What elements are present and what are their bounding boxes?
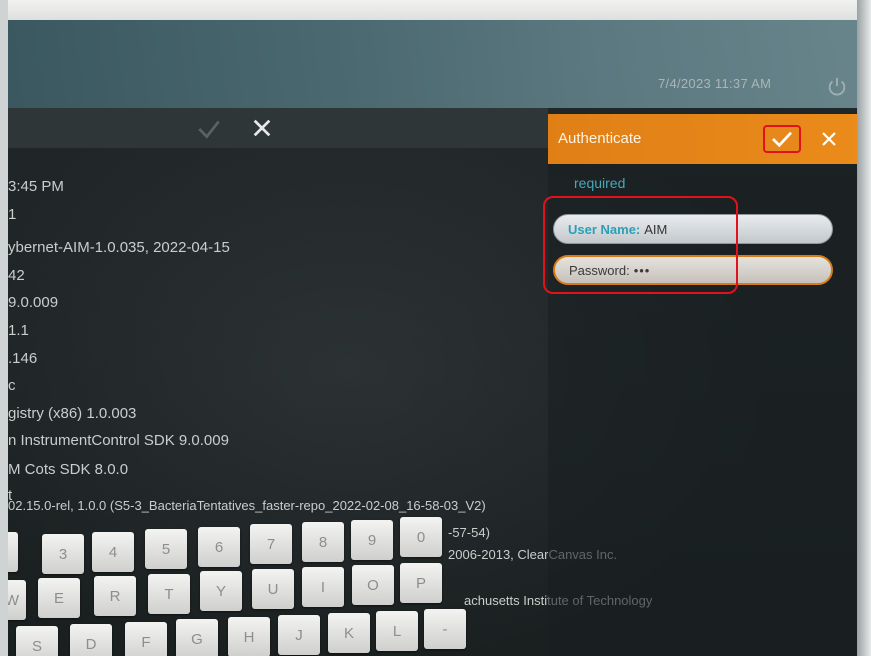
info-line: 3:45 PM xyxy=(8,178,64,195)
info-line: .146 xyxy=(8,350,38,367)
keyboard-key[interactable]: H xyxy=(228,617,270,656)
keyboard-key[interactable]: 5 xyxy=(145,529,187,569)
keyboard-key[interactable]: O xyxy=(352,565,394,605)
check-icon xyxy=(772,131,792,148)
monitor-bezel-left xyxy=(0,0,8,656)
keyboard-key[interactable]: 9 xyxy=(351,520,393,560)
cancel-button[interactable] xyxy=(816,126,842,152)
info-line: -57-54) xyxy=(448,525,490,540)
keyboard-key[interactable]: D xyxy=(70,624,112,656)
keyboard-key[interactable]: I xyxy=(302,567,344,607)
keyboard-key[interactable]: 7 xyxy=(250,524,292,564)
info-line: 9.0.009 xyxy=(8,294,59,311)
monitor-bezel-top xyxy=(0,0,871,22)
keyboard-key[interactable]: S xyxy=(16,626,58,656)
info-line: 42 xyxy=(8,267,25,284)
monitor-bezel-right xyxy=(857,0,871,656)
keyboard-key[interactable]: U xyxy=(252,569,294,609)
keyboard-key[interactable]: J xyxy=(278,615,320,655)
keyboard-key[interactable]: E xyxy=(38,578,80,618)
close-icon xyxy=(822,132,836,146)
info-dialog-header xyxy=(8,108,548,148)
keyboard-key[interactable]: G xyxy=(176,619,218,656)
info-line: n InstrumentControl SDK 9.0.009 xyxy=(8,432,229,449)
info-line: gistry (x86) 1.0.003 xyxy=(8,405,137,422)
info-line: 02.15.0-rel, 1.0.0 (S5-3_BacteriaTentati… xyxy=(8,498,486,513)
keyboard-key[interactable]: 3 xyxy=(42,534,84,574)
keyboard-key[interactable]: R xyxy=(94,576,136,616)
authenticate-title: Authenticate xyxy=(558,130,642,147)
keyboard-key[interactable] xyxy=(8,532,18,572)
keyboard-key[interactable]: F xyxy=(125,622,167,656)
keyboard-key[interactable]: K xyxy=(328,613,370,653)
top-status-bar xyxy=(8,20,857,108)
close-icon[interactable] xyxy=(251,117,273,139)
screen: 7/4/2023 11:37 AM 3:45 PM 1 ybernet-AIM-… xyxy=(8,20,857,656)
keyboard-key[interactable]: Y xyxy=(200,571,242,611)
info-line: ybernet-AIM-1.0.035, 2022-04-15 xyxy=(8,239,230,256)
info-line: c xyxy=(8,377,16,394)
confirm-button[interactable] xyxy=(763,125,801,153)
credentials-highlight xyxy=(543,196,738,294)
keyboard-key[interactable]: 4 xyxy=(92,532,134,572)
info-line: 1 xyxy=(8,206,17,223)
authenticate-header: Authenticate xyxy=(548,114,857,164)
keyboard-key[interactable]: T xyxy=(148,574,190,614)
info-line: M Cots SDK 8.0.0 xyxy=(8,461,129,478)
keyboard-key[interactable]: 6 xyxy=(198,527,240,567)
keyboard-key[interactable]: 8 xyxy=(302,522,344,562)
check-icon[interactable] xyxy=(196,116,222,142)
keyboard-key[interactable]: L xyxy=(376,611,418,651)
datetime-label: 7/4/2023 11:37 AM xyxy=(658,76,772,91)
keyboard-key[interactable]: P xyxy=(400,563,442,603)
keyboard-key[interactable]: - xyxy=(424,609,466,649)
info-line: 1.1 xyxy=(8,322,29,339)
power-icon[interactable] xyxy=(826,76,848,98)
required-hint: required xyxy=(574,175,626,191)
keyboard-key[interactable]: W xyxy=(8,580,26,620)
keyboard-key[interactable]: 0 xyxy=(400,517,442,557)
